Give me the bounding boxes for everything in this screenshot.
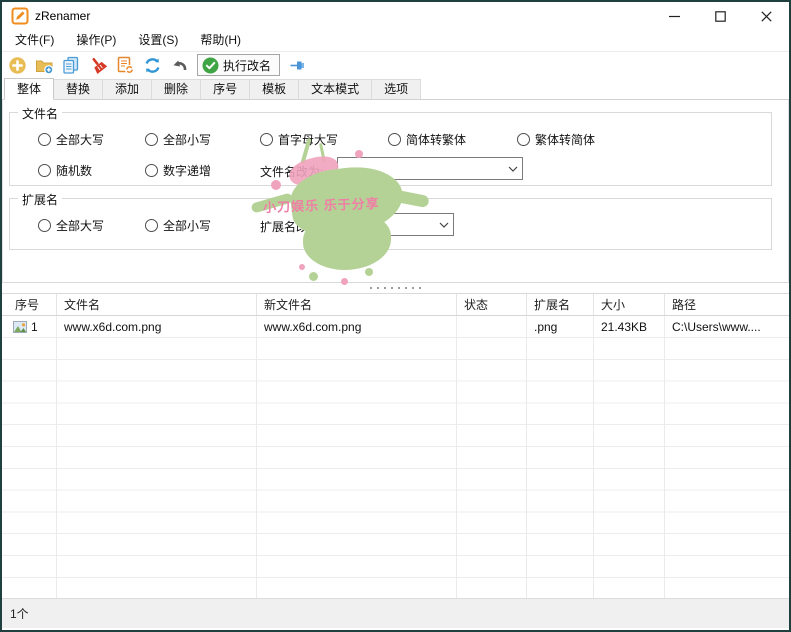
cell-status [457, 316, 527, 338]
execute-check-icon [202, 57, 219, 74]
cell-path: C:\Users\www.... [665, 316, 789, 338]
cell-extension: .png [527, 316, 594, 338]
close-icon [761, 11, 772, 22]
splitter-handle[interactable] [2, 283, 789, 293]
clear-list-icon[interactable] [89, 56, 108, 75]
radio-number-increment[interactable]: 数字递增 [145, 162, 211, 179]
app-logo-icon [11, 7, 29, 25]
tab-panel-whole: 文件名 全部大写 全部小写 首字母大写 简体转繁体 繁体转简体 随机数 数字递增… [2, 100, 789, 283]
title-bar: zRenamer [2, 2, 789, 30]
pin-icon[interactable] [288, 56, 307, 75]
tab-textmode[interactable]: 文本模式 [298, 79, 372, 99]
tab-delete[interactable]: 删除 [151, 79, 201, 99]
filename-rename-combobox[interactable] [337, 157, 523, 180]
maximize-icon [715, 11, 726, 22]
minimize-icon [669, 11, 680, 22]
status-bar: 1个 [2, 598, 789, 628]
radio-circle-icon [145, 164, 158, 177]
tab-template[interactable]: 模板 [249, 79, 299, 99]
radio-circle-icon [145, 219, 158, 232]
menu-operate[interactable]: 操作(P) [65, 30, 127, 51]
filename-group-title: 文件名 [18, 105, 62, 122]
radio-random-number[interactable]: 随机数 [38, 162, 92, 179]
radio-circle-icon [260, 133, 273, 146]
radio-circle-icon [38, 164, 51, 177]
app-window: zRenamer 文件(F) 操作(P) 设置(S) 帮助(H) [0, 0, 791, 632]
radio-ext-lowercase[interactable]: 全部小写 [145, 217, 211, 234]
execute-rename-label: 执行改名 [223, 57, 271, 74]
add-folder-icon[interactable] [35, 56, 54, 75]
tab-whole[interactable]: 整体 [4, 78, 54, 100]
window-controls [651, 2, 789, 30]
radio-circle-icon [38, 133, 51, 146]
column-header-index[interactable]: 序号 [2, 294, 57, 316]
close-button[interactable] [743, 2, 789, 30]
filename-groupbox: 文件名 全部大写 全部小写 首字母大写 简体转繁体 繁体转简体 随机数 数字递增… [9, 112, 772, 186]
extension-rename-label: 扩展名改为: [260, 218, 323, 235]
menu-settings[interactable]: 设置(S) [127, 30, 189, 51]
menu-file[interactable]: 文件(F) [4, 30, 65, 51]
extension-groupbox: 扩展名 全部大写 全部小写 扩展名改为: [9, 198, 772, 250]
column-header-new-filename[interactable]: 新文件名 [257, 294, 457, 316]
file-table: 序号 文件名 新文件名 状态 扩展名 大小 路径 1 www.x6d.com.p… [2, 293, 789, 598]
column-header-filename[interactable]: 文件名 [57, 294, 257, 316]
radio-circle-icon [145, 133, 158, 146]
menu-bar: 文件(F) 操作(P) 设置(S) 帮助(H) [2, 30, 789, 52]
cell-filename: www.x6d.com.png [57, 316, 257, 338]
table-header-row: 序号 文件名 新文件名 状态 扩展名 大小 路径 [2, 294, 789, 316]
toolbar: 执行改名 [2, 52, 789, 78]
column-header-status[interactable]: 状态 [457, 294, 527, 316]
cell-size: 21.43KB [594, 316, 665, 338]
radio-circle-icon [388, 133, 401, 146]
copy-list-icon[interactable] [62, 56, 81, 75]
cell-new-filename: www.x6d.com.png [257, 316, 457, 338]
refresh-icon[interactable] [143, 56, 162, 75]
radio-traditional-to-simplified[interactable]: 繁体转简体 [517, 131, 595, 148]
column-header-path[interactable]: 路径 [665, 294, 789, 316]
empty-table-area [2, 338, 789, 598]
chevron-down-icon [435, 222, 453, 228]
extension-rename-combobox[interactable] [332, 213, 454, 236]
undo-icon[interactable] [170, 56, 189, 75]
window-title: zRenamer [35, 9, 651, 23]
tab-bar: 整体 替换 添加 删除 序号 模板 文本模式 选项 [2, 78, 789, 100]
radio-all-lowercase[interactable]: 全部小写 [145, 131, 211, 148]
extension-group-title: 扩展名 [18, 191, 62, 208]
tab-replace[interactable]: 替换 [53, 79, 103, 99]
execute-rename-button[interactable]: 执行改名 [197, 54, 280, 76]
column-header-extension[interactable]: 扩展名 [527, 294, 594, 316]
refresh-list-icon[interactable] [116, 56, 135, 75]
cell-index: 1 [2, 316, 57, 338]
tab-number[interactable]: 序号 [200, 79, 250, 99]
radio-ext-uppercase[interactable]: 全部大写 [38, 217, 104, 234]
tab-add[interactable]: 添加 [102, 79, 152, 99]
radio-simplified-to-traditional[interactable]: 简体转繁体 [388, 131, 466, 148]
item-count: 1个 [10, 605, 29, 622]
maximize-button[interactable] [697, 2, 743, 30]
filename-rename-label: 文件名改为: [260, 163, 323, 180]
chevron-down-icon [504, 166, 522, 172]
table-row[interactable]: 1 www.x6d.com.png www.x6d.com.png .png 2… [2, 316, 789, 338]
radio-circle-icon [517, 133, 530, 146]
minimize-button[interactable] [651, 2, 697, 30]
add-file-icon[interactable] [8, 56, 27, 75]
tab-options[interactable]: 选项 [371, 79, 421, 99]
radio-capitalize-first[interactable]: 首字母大写 [260, 131, 338, 148]
radio-all-uppercase[interactable]: 全部大写 [38, 131, 104, 148]
column-header-size[interactable]: 大小 [594, 294, 665, 316]
image-file-icon [13, 321, 27, 333]
radio-circle-icon [38, 219, 51, 232]
menu-help[interactable]: 帮助(H) [189, 30, 252, 51]
